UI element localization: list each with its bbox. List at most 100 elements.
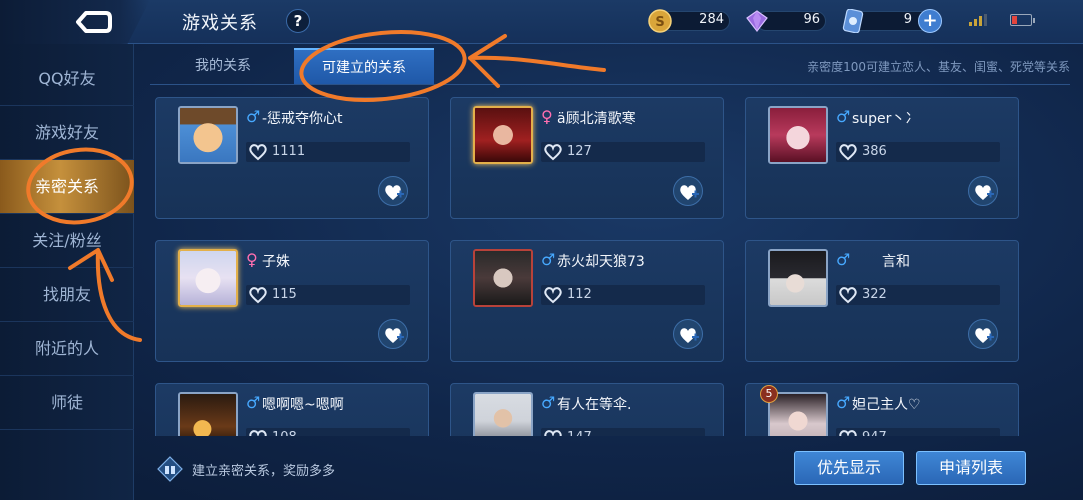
heart-icon bbox=[544, 430, 562, 436]
battery-icon bbox=[1010, 14, 1035, 26]
player-card[interactable]: ♀ ä顾北清歌寒 127 bbox=[450, 97, 724, 219]
player-card[interactable]: 5 ♂ 妲己主人♡ 947 bbox=[745, 383, 1019, 436]
player-grid: ♂ -惩戒夺你心t 1111 ♀ ä顾北清歌寒 127 ♂ super丶冫 38… bbox=[155, 97, 1020, 436]
intimacy-value: 947 bbox=[862, 430, 887, 436]
priority-display-button[interactable]: 优先显示 bbox=[794, 451, 904, 485]
footer-tip-text: 建立亲密关系，奖励多多 bbox=[192, 464, 336, 479]
sidebar-item-mentor[interactable]: 师徒 bbox=[0, 376, 134, 430]
gender-female-icon: ♀ bbox=[246, 250, 258, 269]
heart-icon bbox=[839, 144, 857, 161]
plus-icon: + bbox=[922, 10, 938, 31]
signal-icon bbox=[969, 14, 987, 26]
heart-plus-icon bbox=[385, 328, 404, 343]
intimacy-bar: 115 bbox=[246, 285, 410, 305]
player-name: super丶冫 bbox=[852, 111, 920, 127]
add-voucher-button[interactable]: + bbox=[918, 9, 942, 33]
gold-value: 284 bbox=[699, 12, 724, 27]
player-name: 妲己主人♡ bbox=[852, 397, 921, 413]
gender-male-icon: ♂ bbox=[246, 393, 261, 412]
player-card[interactable]: ♂ 赤火却天狼73 112 bbox=[450, 240, 724, 362]
player-name: 赤火却天狼73 bbox=[557, 254, 645, 270]
intimacy-bar: 112 bbox=[541, 285, 705, 305]
add-intimate-button[interactable] bbox=[378, 319, 408, 349]
avatar bbox=[473, 106, 533, 164]
intimacy-value: 115 bbox=[272, 287, 297, 302]
voucher-counter: 9 + bbox=[840, 9, 946, 33]
heart-icon bbox=[249, 144, 267, 161]
intimacy-value: 322 bbox=[862, 287, 887, 302]
player-card[interactable]: ♂ 言和 322 bbox=[745, 240, 1019, 362]
intimacy-value: 147 bbox=[567, 430, 592, 436]
player-name: -惩戒夺你心t bbox=[262, 111, 343, 127]
add-intimate-button[interactable] bbox=[378, 176, 408, 206]
intimacy-value: 127 bbox=[567, 144, 592, 159]
diamond-value: 96 bbox=[803, 12, 820, 27]
intimacy-value: 108 bbox=[272, 430, 297, 436]
tab-available-relations[interactable]: 可建立的关系 bbox=[294, 48, 434, 84]
heart-plus-icon bbox=[680, 328, 699, 343]
heart-icon bbox=[249, 430, 267, 436]
voucher-icon bbox=[842, 9, 864, 33]
player-card[interactable]: ♂ -惩戒夺你心t 1111 bbox=[155, 97, 429, 219]
add-intimate-button[interactable] bbox=[968, 176, 998, 206]
sidebar-item-game-friends[interactable]: 游戏好友 bbox=[0, 106, 134, 160]
sidebar-item-find-friends[interactable]: 找朋友 bbox=[0, 268, 134, 322]
player-card[interactable]: ♂ super丶冫 386 bbox=[745, 97, 1019, 219]
top-bar: 游戏关系 ? S 284 96 9 + bbox=[0, 0, 1083, 44]
sidebar-item-nearby[interactable]: 附近的人 bbox=[0, 322, 134, 376]
game-screen: 游戏关系 ? S 284 96 9 + QQ好友 游戏好友 亲密关系 关注/粉丝… bbox=[0, 0, 1083, 500]
diamond-icon bbox=[746, 10, 768, 32]
intimacy-value: 386 bbox=[862, 144, 887, 159]
tab-bar: 我的关系 可建立的关系 亲密度100可建立恋人、基友、闺蜜、死党等关系 bbox=[150, 48, 1070, 84]
heart-plus-icon bbox=[975, 328, 994, 343]
page-title: 游戏关系 bbox=[182, 13, 258, 34]
player-card[interactable]: ♂ 有人在等伞. 147 bbox=[450, 383, 724, 436]
heart-icon bbox=[839, 430, 857, 436]
intimacy-bar: 947 bbox=[836, 428, 1000, 436]
player-card[interactable]: ♀ 子姝 115 bbox=[155, 240, 429, 362]
sidebar-item-intimate[interactable]: 亲密关系 bbox=[0, 160, 134, 214]
heart-icon bbox=[544, 144, 562, 161]
player-name: 言和 bbox=[882, 254, 910, 270]
player-name: 嗯啊嗯~嗯啊 bbox=[262, 397, 344, 413]
gender-female-icon: ♀ bbox=[541, 107, 553, 126]
add-intimate-button[interactable] bbox=[968, 319, 998, 349]
tab-divider bbox=[150, 84, 1070, 85]
apply-list-button[interactable]: 申请列表 bbox=[916, 451, 1026, 485]
player-name: 子姝 bbox=[262, 254, 290, 270]
back-button[interactable] bbox=[0, 0, 150, 44]
tab-hint: 亲密度100可建立恋人、基友、闺蜜、死党等关系 bbox=[807, 60, 1070, 74]
intimacy-bar: 108 bbox=[246, 428, 410, 436]
intimacy-bar: 1111 bbox=[246, 142, 410, 162]
back-arrow-icon bbox=[76, 11, 112, 33]
avatar bbox=[178, 249, 238, 307]
tab-my-relations[interactable]: 我的关系 bbox=[150, 48, 296, 84]
heart-icon bbox=[839, 287, 857, 304]
gender-male-icon: ♂ bbox=[836, 393, 851, 412]
intimacy-bar: 322 bbox=[836, 285, 1000, 305]
avatar bbox=[178, 392, 238, 436]
sidebar-item-follow[interactable]: 关注/粉丝 bbox=[0, 214, 134, 268]
sidebar-item-qq-friends[interactable]: QQ好友 bbox=[0, 52, 134, 106]
gender-male-icon: ♂ bbox=[246, 107, 261, 126]
sidebar: QQ好友 游戏好友 亲密关系 关注/粉丝 找朋友 附近的人 师徒 bbox=[0, 44, 134, 500]
svg-text:S: S bbox=[655, 15, 664, 30]
avatar bbox=[473, 392, 533, 436]
diamond-counter: 96 bbox=[744, 9, 826, 33]
gender-male-icon: ♂ bbox=[836, 107, 851, 126]
avatar bbox=[768, 249, 828, 307]
intimacy-bar: 386 bbox=[836, 142, 1000, 162]
heart-plus-icon bbox=[385, 185, 404, 200]
help-button[interactable]: ? bbox=[286, 9, 310, 33]
avatar bbox=[768, 106, 828, 164]
intimacy-value: 112 bbox=[567, 287, 592, 302]
add-intimate-button[interactable] bbox=[673, 319, 703, 349]
gender-male-icon: ♂ bbox=[541, 250, 556, 269]
player-card[interactable]: ♂ 嗯啊嗯~嗯啊 108 bbox=[155, 383, 429, 436]
avatar bbox=[178, 106, 238, 164]
voucher-value: 9 bbox=[903, 12, 912, 27]
add-intimate-button[interactable] bbox=[673, 176, 703, 206]
player-name: 有人在等伞. bbox=[557, 397, 632, 413]
gender-male-icon: ♂ bbox=[541, 393, 556, 412]
intimacy-bar: 127 bbox=[541, 142, 705, 162]
